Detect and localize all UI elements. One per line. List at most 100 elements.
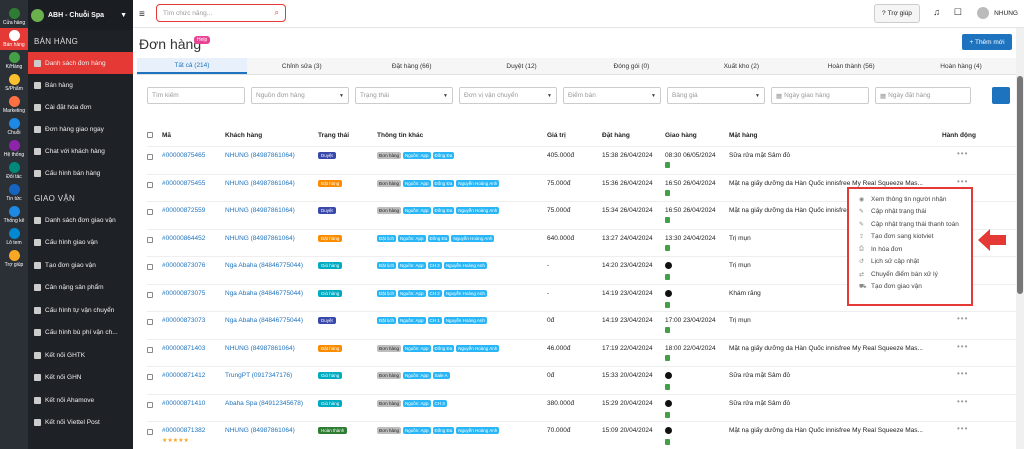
order-code-link[interactable]: #00000875455 <box>162 180 205 187</box>
row-checkbox[interactable] <box>147 374 153 380</box>
select-all-checkbox[interactable] <box>147 132 153 138</box>
action-menu-item[interactable]: ✎ Cập nhật trạng thái thanh toán <box>849 218 971 231</box>
action-menu-item[interactable]: ↺ Lịch sử cập nhật <box>849 256 971 269</box>
filter-order-date[interactable]: ▦ Ngày đặt hàng <box>875 87 971 104</box>
chat-icon[interactable]: ☐ <box>954 7 962 18</box>
menu-icon[interactable]: ≡ <box>139 9 145 20</box>
order-code-link[interactable]: #00000873075 <box>162 290 205 297</box>
row-checkbox[interactable] <box>147 236 153 243</box>
row-checkbox[interactable] <box>147 429 153 435</box>
row-checkbox[interactable] <box>147 291 153 298</box>
sidebar-item[interactable]: Bán hàng <box>28 74 133 96</box>
row-checkbox[interactable] <box>147 154 153 160</box>
order-code-link[interactable]: #00000875465 <box>162 152 205 159</box>
scrollbar-thumb[interactable] <box>1017 76 1023 294</box>
rail-item[interactable]: Đối tác <box>0 160 28 182</box>
search-input[interactable]: Tìm chức năng... ⌕ <box>156 4 286 22</box>
search-icon[interactable]: ⌕ <box>275 8 279 18</box>
tab[interactable]: Xuất kho (2) <box>686 58 796 74</box>
brand[interactable]: ABH - Chuỗi Spa ▼ <box>28 0 133 30</box>
sheet-icon[interactable] <box>665 244 670 251</box>
filter-search-input[interactable]: Tìm kiếm <box>147 87 245 104</box>
more-actions-button[interactable]: ••• <box>957 397 968 406</box>
customer-link[interactable]: NHUNG (84987861064) <box>225 152 295 159</box>
more-actions-button[interactable]: ••• <box>957 149 968 158</box>
rail-item[interactable]: Lô tem <box>0 226 28 248</box>
action-menu-item[interactable]: ✎ Cập nhật trạng thái <box>849 206 971 219</box>
action-menu-item[interactable]: ⎙ In hóa đơn <box>849 243 971 256</box>
tab[interactable]: Duyệt (12) <box>467 58 577 74</box>
sheet-icon[interactable] <box>665 411 670 418</box>
sidebar-item[interactable]: Tạo đơn giao vận <box>28 254 133 277</box>
filter-price-select[interactable]: Bảng giá ▼ <box>667 87 765 104</box>
sheet-icon[interactable] <box>665 354 670 361</box>
row-checkbox[interactable] <box>147 264 153 270</box>
sidebar-item[interactable]: Cài đặt hóa đơn <box>28 96 133 118</box>
sheet-icon[interactable] <box>665 217 670 223</box>
bell-icon[interactable]: ♫ <box>933 7 940 17</box>
rail-item[interactable]: Hệ thống <box>0 138 28 160</box>
sheet-icon[interactable] <box>665 301 670 308</box>
export-button[interactable] <box>992 87 1010 104</box>
order-code-link[interactable]: #00000871412 <box>162 372 205 379</box>
rail-item[interactable]: Marketing <box>0 94 28 116</box>
sidebar-item[interactable]: Cấu hình tự vận chuyển <box>28 299 133 322</box>
more-actions-button[interactable]: ••• <box>957 342 968 351</box>
sheet-icon[interactable] <box>665 439 670 445</box>
order-code-link[interactable]: #00000871403 <box>162 345 205 352</box>
sidebar-item[interactable]: Kết nối GHN <box>28 367 133 390</box>
sheet-icon[interactable] <box>665 327 670 333</box>
row-checkbox[interactable] <box>147 319 153 325</box>
tab[interactable]: Hoàn hàng (4) <box>906 58 1016 74</box>
filter-source-select[interactable]: Nguồn đơn hàng ▼ <box>251 87 349 104</box>
customer-link[interactable]: Nga Abaha (84846775044) <box>225 262 303 269</box>
tab[interactable]: Hoàn thành (56) <box>796 58 906 74</box>
sidebar-item[interactable]: Cấu hình bù phí vận ch... <box>28 322 133 345</box>
filter-status-select[interactable]: Trạng thái ▼ <box>355 87 453 104</box>
customer-link[interactable]: NHUNG (84987861064) <box>225 207 295 214</box>
order-code-link[interactable]: #00000873076 <box>162 262 205 269</box>
add-order-button[interactable]: + Thêm mới <box>962 34 1012 50</box>
rail-item[interactable]: Tin tức <box>0 182 28 204</box>
action-menu-item[interactable]: ⇪ Tạo đơn sang kiotviet <box>849 231 971 244</box>
customer-link[interactable]: Nga Abaha (84846775044) <box>225 290 303 297</box>
sidebar-item[interactable]: Danh sách đơn hàng <box>28 52 133 74</box>
row-checkbox[interactable] <box>147 209 153 215</box>
customer-link[interactable]: Abaha Spa (84912345678) <box>225 400 303 407</box>
order-code-link[interactable]: #00000871382 <box>162 427 205 434</box>
tab[interactable]: Tất cả (214) <box>137 58 247 74</box>
filter-carrier-select[interactable]: Đơn vị vận chuyển ▼ <box>459 87 557 104</box>
sheet-icon[interactable] <box>665 274 670 280</box>
more-actions-button[interactable]: ••• <box>957 177 968 186</box>
row-checkbox[interactable] <box>147 181 153 188</box>
customer-link[interactable]: TrungPT (0917347176) <box>225 372 292 379</box>
rail-item[interactable]: Chuỗi <box>0 116 28 138</box>
more-actions-button[interactable]: ••• <box>957 369 968 378</box>
action-menu-item[interactable]: ⇄ Chuyển điểm bán xử lý <box>849 268 971 281</box>
rail-item[interactable]: Trợ giúp <box>0 248 28 270</box>
sidebar-item[interactable]: Kết nối GHTK <box>28 344 133 367</box>
more-actions-button[interactable]: ••• <box>957 314 968 323</box>
rail-item[interactable]: K/Hàng <box>0 50 28 72</box>
tab[interactable]: Chỉnh sửa (3) <box>247 58 357 74</box>
vertical-scrollbar[interactable] <box>1016 28 1024 449</box>
sheet-icon[interactable] <box>665 384 670 390</box>
help-button[interactable]: ? Trợ giúp <box>874 4 920 23</box>
filter-point-select[interactable]: Điểm bán ▼ <box>563 87 661 104</box>
customer-link[interactable]: Nga Abaha (84846775044) <box>225 317 303 324</box>
sidebar-item[interactable]: Kết nối Viettel Post <box>28 412 133 435</box>
sidebar-item[interactable]: Cấu hình bán hàng <box>28 162 133 184</box>
more-actions-button[interactable]: ••• <box>957 424 968 433</box>
customer-link[interactable]: NHUNG (84987861064) <box>225 180 295 187</box>
user-menu[interactable]: NHUNG <box>977 7 1018 19</box>
rail-item[interactable]: S/Phẩm <box>0 72 28 94</box>
customer-link[interactable]: NHUNG (84987861064) <box>225 427 295 434</box>
help-badge[interactable]: Help <box>194 36 211 44</box>
sheet-icon[interactable] <box>665 162 670 168</box>
order-code-link[interactable]: #00000864452 <box>162 235 205 242</box>
sidebar-item[interactable]: Danh sách đơn giao vận <box>28 209 133 232</box>
order-code-link[interactable]: #00000871410 <box>162 400 205 407</box>
rail-item[interactable]: Thống kê <box>0 204 28 226</box>
sidebar-item[interactable]: Cân nặng sản phẩm <box>28 277 133 300</box>
sheet-icon[interactable] <box>665 189 670 196</box>
